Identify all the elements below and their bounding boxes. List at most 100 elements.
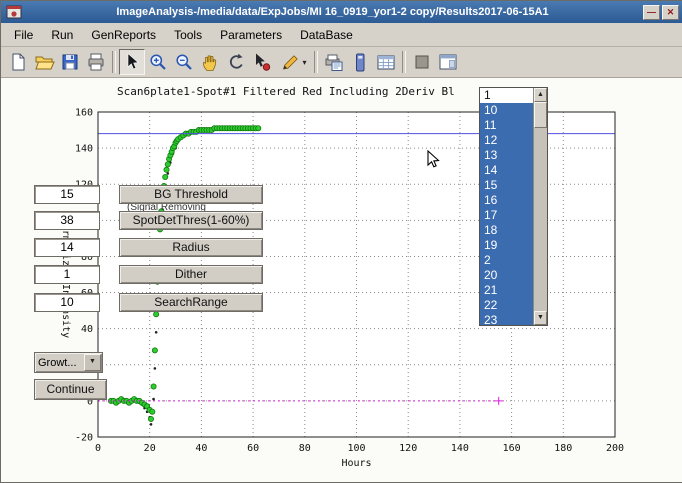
spotdetthres-1-60-label-button[interactable]: SpotDetThres(1-60%)	[119, 211, 263, 230]
list-item-13[interactable]: 13	[480, 148, 533, 163]
grid-view-button[interactable]	[373, 49, 399, 75]
list-item-18[interactable]: 18	[480, 223, 533, 238]
rotate-icon	[225, 51, 247, 73]
dropdown-items: 110111213141516171819220212223	[480, 88, 533, 326]
menu-tools[interactable]: Tools	[165, 25, 211, 45]
searchrange-label-button[interactable]: SearchRange	[119, 293, 263, 312]
svg-text:120: 120	[399, 443, 417, 454]
menu-file[interactable]: File	[5, 25, 42, 45]
pen-button[interactable]: ▾	[275, 49, 311, 75]
toolbar: ▾	[1, 47, 682, 78]
svg-text:180: 180	[554, 443, 572, 454]
list-item-20[interactable]: 20	[480, 268, 533, 283]
svg-text:60: 60	[247, 443, 259, 454]
scroll-down-button[interactable]: ▼	[534, 311, 547, 325]
toolbar-separator	[402, 51, 406, 73]
radius-field[interactable]: 14	[34, 238, 100, 257]
pen-dropdown-arrow-icon[interactable]: ▾	[302, 58, 306, 67]
list-item-2[interactable]: 2	[480, 253, 533, 268]
rotate-button[interactable]	[223, 49, 249, 75]
svg-text:140: 140	[75, 144, 93, 155]
dither-field[interactable]: 1	[34, 265, 100, 284]
stop-button[interactable]	[409, 49, 435, 75]
print-icon	[85, 51, 107, 73]
growth-mode-label: Growt...	[35, 357, 84, 369]
print-preview-button[interactable]	[321, 49, 347, 75]
value-dropdown-list: 110111213141516171819220212223 ▲ ▼	[479, 87, 548, 326]
annotate-cursor-button[interactable]	[249, 49, 275, 75]
panel-toggle-button[interactable]	[347, 49, 373, 75]
list-item-16[interactable]: 16	[480, 193, 533, 208]
app-icon-image	[6, 4, 22, 20]
menu-database[interactable]: DataBase	[291, 25, 362, 45]
list-item-15[interactable]: 15	[480, 178, 533, 193]
growth-mode-select[interactable]: Growt... ▼	[34, 352, 103, 373]
close-button[interactable]: ✕	[662, 5, 679, 20]
titlebar[interactable]: ImageAnalysis-/media/data/ExpJobs/MI 16_…	[1, 1, 682, 23]
list-item-11[interactable]: 11	[480, 118, 533, 133]
plot-canvas: 020406080100120140160180200-200204060801…	[1, 78, 682, 482]
pan-hand-icon	[199, 51, 221, 73]
plot-title: Scan6plate1-Spot#1 Filtered Red Includin…	[117, 85, 455, 98]
window-controls: — ✕	[643, 5, 679, 20]
app-icon[interactable]	[6, 4, 22, 20]
select-cursor-icon	[121, 51, 143, 73]
window-layout-icon	[437, 51, 459, 73]
new-file-icon	[7, 51, 29, 73]
svg-text:200: 200	[606, 443, 624, 454]
grid-view-icon	[375, 51, 397, 73]
chevron-down-icon[interactable]: ▼	[84, 354, 101, 371]
scrollbar-thumb[interactable]	[534, 102, 547, 128]
menu-bar: FileRunGenReportsToolsParametersDataBase	[1, 23, 682, 47]
zoom-in-button[interactable]	[145, 49, 171, 75]
window-layout-button[interactable]	[435, 49, 461, 75]
pen-icon	[279, 51, 301, 73]
annotate-cursor-icon	[251, 51, 273, 73]
panel-toggle-icon	[349, 51, 371, 73]
menu-genreports[interactable]: GenReports	[82, 25, 165, 45]
open-folder-button[interactable]	[31, 49, 57, 75]
select-cursor-button[interactable]	[119, 49, 145, 75]
svg-text:-20: -20	[75, 433, 93, 444]
list-item-14[interactable]: 14	[480, 163, 533, 178]
radius-label-button[interactable]: Radius	[119, 238, 263, 257]
list-item-19[interactable]: 19	[480, 238, 533, 253]
mouse-cursor	[427, 150, 441, 170]
list-item-12[interactable]: 12	[480, 133, 533, 148]
save-icon	[59, 51, 81, 73]
minimize-button[interactable]: —	[643, 5, 660, 20]
bg-threshold-field[interactable]: 15	[34, 185, 100, 204]
list-item-22[interactable]: 22	[480, 298, 533, 313]
toolbar-separator	[314, 51, 318, 73]
spotdetthres-1-60-field[interactable]: 38	[34, 211, 100, 230]
list-item-10[interactable]: 10	[480, 103, 533, 118]
svg-text:160: 160	[75, 108, 93, 119]
new-file-button[interactable]	[5, 49, 31, 75]
list-item-1[interactable]: 1	[480, 88, 533, 103]
svg-text:40: 40	[81, 324, 93, 335]
bg-threshold-label-button[interactable]: BG Threshold	[119, 185, 263, 204]
dither-label-button[interactable]: Dither	[119, 265, 263, 284]
scroll-up-button[interactable]: ▲	[534, 88, 547, 102]
zoom-out-button[interactable]	[171, 49, 197, 75]
print-button[interactable]	[83, 49, 109, 75]
list-item-21[interactable]: 21	[480, 283, 533, 298]
continue-button[interactable]: Continue	[34, 379, 107, 400]
growth-plot: 020406080100120140160180200-200204060801…	[1, 78, 681, 480]
list-item-23[interactable]: 23	[480, 313, 533, 326]
list-item-17[interactable]: 17	[480, 208, 533, 223]
svg-text:140: 140	[451, 443, 469, 454]
x-axis-label: Hours	[341, 458, 371, 469]
save-button[interactable]	[57, 49, 83, 75]
menu-parameters[interactable]: Parameters	[211, 25, 291, 45]
stop-icon	[411, 51, 433, 73]
toolbar-separator	[112, 51, 116, 73]
zoom-in-icon	[147, 51, 169, 73]
zoom-out-icon	[173, 51, 195, 73]
searchrange-field[interactable]: 10	[34, 293, 100, 312]
window-title: ImageAnalysis-/media/data/ExpJobs/MI 16_…	[22, 6, 643, 18]
pan-hand-button[interactable]	[197, 49, 223, 75]
dropdown-scrollbar[interactable]: ▲ ▼	[533, 88, 547, 325]
menu-run[interactable]: Run	[42, 25, 82, 45]
print-preview-icon	[323, 51, 345, 73]
